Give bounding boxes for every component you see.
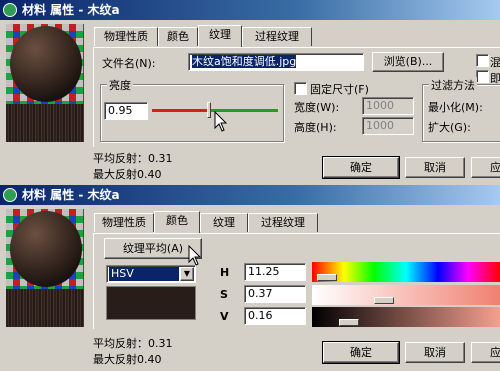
- color-model-value: HSV: [109, 267, 179, 281]
- avg-reflect-text: 平均反射：0.31: [93, 152, 173, 165]
- mouse-cursor-icon: [188, 245, 202, 266]
- cancel-button[interactable]: 取消: [405, 342, 465, 363]
- mouse-cursor-icon: [214, 111, 228, 132]
- filename-label: 文件名(N):: [102, 57, 156, 70]
- v-label: V: [220, 310, 229, 323]
- preview-sphere: [10, 26, 82, 102]
- saturation-slider-thumb[interactable]: [374, 297, 394, 304]
- tab-physical[interactable]: 物理性质: [94, 27, 158, 46]
- max-filter-label: 扩大(G):: [428, 121, 471, 134]
- min-filter-label: 最小化(M):: [428, 101, 483, 114]
- right-checkbox-1-label: 混: [490, 56, 500, 69]
- ok-button[interactable]: 确定: [322, 156, 400, 179]
- tab-procedural[interactable]: 过程纹理: [242, 27, 312, 46]
- fixed-size-label: 固定尺寸(F): [310, 83, 369, 96]
- apply-button[interactable]: 应: [471, 157, 500, 178]
- avg-reflect-text: 平均反射：0.31: [93, 337, 173, 350]
- dialog-title: 材料 属性 - 木纹a: [22, 3, 120, 17]
- hue-slider-thumb[interactable]: [317, 274, 337, 281]
- tab-physical[interactable]: 物理性质: [94, 213, 154, 232]
- value-slider-thumb[interactable]: [339, 319, 359, 326]
- fixed-size-checkbox[interactable]: [294, 82, 307, 95]
- apply-button[interactable]: 应: [471, 342, 500, 363]
- brightness-input[interactable]: 0.95: [104, 102, 148, 120]
- s-input[interactable]: 0.37: [244, 285, 306, 303]
- h-input[interactable]: 11.25: [244, 263, 306, 281]
- tab-color[interactable]: 颜色: [158, 27, 198, 46]
- max-reflect-text: 最大反射0.40: [93, 353, 162, 366]
- browse-button[interactable]: 浏览(B)...: [372, 52, 444, 72]
- height-label: 高度(H):: [294, 121, 337, 134]
- s-label: S: [220, 288, 228, 301]
- right-checkbox-2[interactable]: [476, 70, 489, 83]
- right-checkbox-1[interactable]: [476, 54, 489, 67]
- dialog-title: 材料 属性 - 木纹a: [22, 188, 120, 202]
- max-reflect-text: 最大反射0.40: [93, 168, 162, 181]
- tab-texture[interactable]: 纹理: [198, 25, 242, 47]
- ok-button[interactable]: 确定: [322, 341, 400, 364]
- color-swatch: [106, 286, 196, 320]
- filename-value: 木纹a饱和度调低.jpg: [192, 55, 297, 68]
- dialog-title-bar[interactable]: 材料 属性 - 木纹a: [0, 185, 500, 205]
- v-input[interactable]: 0.16: [244, 307, 306, 325]
- width-label: 宽度(W):: [294, 101, 340, 114]
- texture-swatch: [6, 289, 84, 327]
- brightness-slider-thumb[interactable]: [207, 102, 211, 118]
- cancel-button[interactable]: 取消: [405, 157, 465, 178]
- width-field[interactable]: 1000: [362, 97, 414, 115]
- material-preview: [6, 209, 84, 327]
- tab-procedural[interactable]: 过程纹理: [248, 213, 318, 232]
- color-model-select[interactable]: HSV ▼: [106, 265, 196, 283]
- app-icon: [3, 188, 17, 202]
- preview-sphere: [10, 211, 82, 287]
- tab-color[interactable]: 颜色: [154, 211, 200, 233]
- chevron-down-icon[interactable]: ▼: [180, 267, 194, 281]
- value-slider[interactable]: [312, 307, 500, 327]
- material-dialog-color: 材料 属性 - 木纹a 物理性质 颜色 纹理 过程纹理 纹理平均(A) HSV …: [0, 185, 500, 371]
- filename-field[interactable]: 木纹a饱和度调低.jpg: [188, 53, 364, 71]
- material-dialog-texture: 材料 属性 - 木纹a 物理性质 颜色 纹理 过程纹理 文件名(N): 木纹a饱…: [0, 0, 500, 182]
- app-icon: [3, 3, 17, 17]
- h-label: H: [220, 266, 230, 279]
- material-preview: [6, 24, 84, 142]
- texture-swatch: [6, 104, 84, 142]
- dialog-title-bar[interactable]: 材料 属性 - 木纹a: [0, 0, 500, 20]
- tab-texture[interactable]: 纹理: [200, 213, 248, 232]
- filter-group-label: 过滤方法: [429, 77, 477, 93]
- height-field[interactable]: 1000: [362, 117, 414, 135]
- hue-slider[interactable]: [312, 262, 500, 282]
- brightness-group-label: 亮度: [107, 77, 133, 93]
- brightness-slider-left: [152, 109, 209, 112]
- saturation-slider[interactable]: [312, 285, 500, 305]
